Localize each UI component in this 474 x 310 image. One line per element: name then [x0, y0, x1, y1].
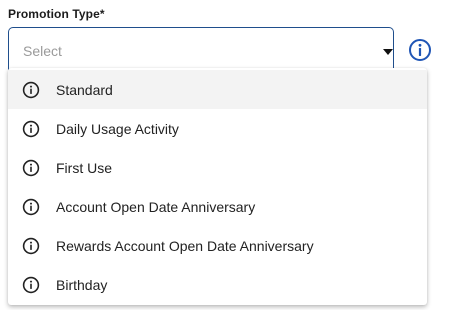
- menu-item-label: Daily Usage Activity: [56, 121, 179, 137]
- menu-item-label: Birthday: [56, 277, 108, 293]
- info-circle-icon[interactable]: [408, 38, 432, 62]
- menu-item-rewards-account-open-date-anniversary[interactable]: Rewards Account Open Date Anniversary: [8, 226, 427, 265]
- info-icon: [22, 120, 40, 138]
- menu-item-label: First Use: [56, 160, 112, 176]
- menu-item-daily-usage-activity[interactable]: Daily Usage Activity: [8, 109, 427, 148]
- menu-item-first-use[interactable]: First Use: [8, 148, 427, 187]
- field-label: Promotion Type*: [8, 7, 105, 21]
- info-icon: [22, 237, 40, 255]
- info-icon: [22, 276, 40, 294]
- menu-item-label: Rewards Account Open Date Anniversary: [56, 238, 314, 254]
- info-icon: [22, 81, 40, 99]
- info-icon: [22, 159, 40, 177]
- menu-item-birthday[interactable]: Birthday: [8, 265, 427, 304]
- menu-item-standard[interactable]: Standard: [8, 70, 427, 109]
- caret-down-icon[interactable]: [383, 49, 393, 55]
- select-placeholder: Select: [23, 43, 62, 59]
- menu-item-label: Account Open Date Anniversary: [56, 199, 256, 215]
- menu-item-account-open-date-anniversary[interactable]: Account Open Date Anniversary: [8, 187, 427, 226]
- menu-item-label: Standard: [56, 82, 113, 98]
- info-icon: [22, 198, 40, 216]
- promotion-type-select[interactable]: Select: [8, 27, 394, 73]
- dropdown-menu: Standard Daily Usage Activity First Use: [8, 68, 427, 305]
- promotion-type-field: Promotion Type* Select Standard Daily Us…: [0, 0, 474, 310]
